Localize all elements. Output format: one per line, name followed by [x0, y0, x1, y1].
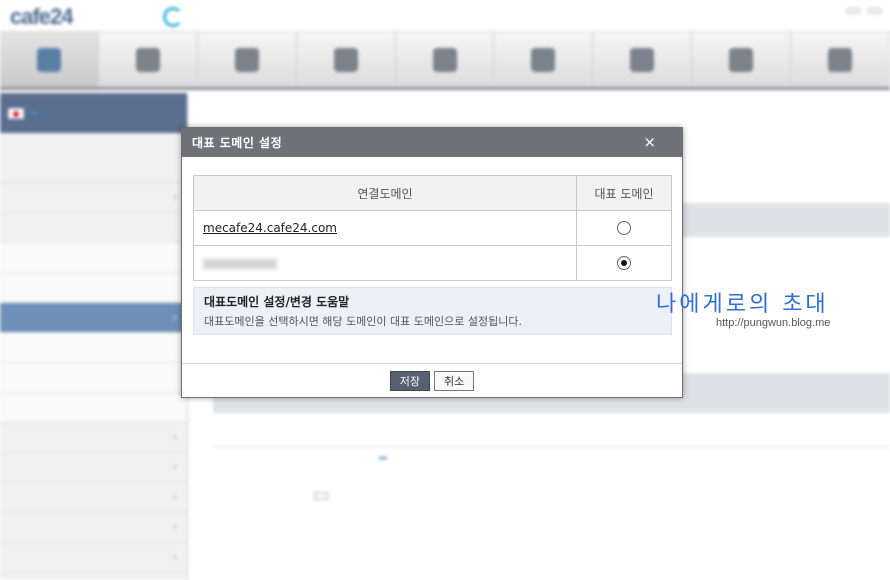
sidebar-item[interactable]: › [0, 513, 187, 543]
sidebar-item[interactable]: › [0, 453, 187, 483]
chevron-icon: › [173, 492, 177, 503]
shop-tag [30, 112, 38, 114]
domain-link[interactable]: mecafe24.cafe24.com [203, 221, 337, 235]
table-header-row: 연결도메인 대표 도메인 [193, 175, 672, 211]
radio-cell [576, 210, 672, 246]
table-row: mecafe24.cafe24.com [193, 210, 672, 246]
content-button[interactable] [314, 492, 328, 500]
help-text: 대표도메인을 선택하시면 해당 도메인이 대표 도메인으로 설정됩니다. [204, 315, 522, 328]
top-button[interactable] [868, 8, 882, 14]
sidebar-title [0, 133, 187, 183]
chevron-icon: › [173, 552, 177, 563]
menu-icon [333, 47, 358, 72]
sidebar-header [0, 93, 187, 133]
menu-icon [135, 47, 160, 72]
sidebar-item[interactable] [0, 213, 187, 243]
menu-icon [36, 47, 61, 72]
menu-item[interactable] [297, 32, 396, 87]
sidebar-subitem-active[interactable]: › [0, 303, 187, 333]
sidebar-item[interactable]: › [0, 543, 187, 573]
menu-item[interactable] [0, 32, 99, 87]
sidebar-subitem[interactable] [0, 393, 187, 423]
flag-icon [8, 107, 24, 119]
close-icon[interactable]: × [643, 133, 656, 151]
cancel-button[interactable]: 취소 [434, 370, 475, 391]
sidebar-item[interactable]: › [0, 483, 187, 513]
domain-cell: mecafe24.cafe24.com [193, 210, 577, 246]
sidebar-item[interactable]: › [0, 423, 187, 453]
representative-domain-dialog: 대표 도메인 설정 × 연결도메인 대표 도메인 mecafe24.cafe24… [181, 127, 683, 398]
column-header-representative-domain: 대표 도메인 [576, 175, 672, 211]
domain-table: 연결도메인 대표 도메인 mecafe24.cafe24.com [193, 175, 672, 281]
chevron-icon: › [173, 522, 177, 533]
top-button[interactable] [846, 8, 860, 14]
dialog-title: 대표 도메인 설정 [192, 136, 283, 150]
cafe24-logo: cafe24 [10, 4, 74, 29]
radio-cell [576, 245, 672, 281]
menu-item[interactable] [396, 32, 495, 87]
domain-cell [193, 245, 577, 281]
chevron-icon: › [173, 312, 177, 323]
menu-icon [828, 47, 853, 72]
content-badge [379, 457, 387, 459]
save-button[interactable]: 저장 [389, 370, 430, 391]
menu-item[interactable] [494, 32, 594, 87]
menu-icon [234, 47, 259, 72]
sidebar-subitem[interactable] [0, 363, 187, 393]
column-header-connected-domain: 연결도메인 [193, 175, 577, 211]
sidebar-subitem[interactable] [0, 273, 187, 303]
menu-icon [630, 47, 655, 72]
sidebar-subitem[interactable] [0, 333, 187, 363]
menu-icon [729, 47, 754, 72]
table-row [193, 245, 672, 281]
menu-icon [432, 47, 457, 72]
representative-domain-radio-selected[interactable] [617, 256, 631, 271]
chevron-icon: › [173, 432, 177, 443]
cafe24-c-logo-icon [163, 7, 183, 27]
watermark-url: http://pungwun.blog.me [716, 317, 831, 329]
menu-item[interactable] [198, 32, 297, 87]
content-row [213, 413, 890, 447]
help-title: 대표도메인 설정/변경 도움말 [204, 295, 350, 309]
redacted-domain [203, 258, 277, 269]
dialog-header: 대표 도메인 설정 × [182, 128, 682, 157]
dialog-footer: 저장 취소 [182, 363, 682, 397]
help-box: 대표도메인 설정/변경 도움말 대표도메인을 선택하시면 해당 도메인이 대표 … [193, 287, 672, 335]
main-menu [0, 32, 890, 90]
sidebar: › › › › › › › [0, 93, 188, 580]
top-right-links [846, 8, 882, 14]
menu-item[interactable] [791, 32, 890, 87]
top-bar: cafe24 [0, 0, 890, 32]
menu-item[interactable] [99, 32, 198, 87]
sidebar-subitem[interactable] [0, 243, 187, 273]
chevron-icon: › [173, 192, 177, 203]
chevron-icon: › [173, 462, 177, 473]
representative-domain-radio[interactable] [617, 221, 631, 236]
menu-item[interactable] [692, 32, 792, 87]
watermark-title: 나에게로의 초대 [656, 292, 829, 317]
sidebar-item[interactable]: › [0, 183, 187, 213]
menu-item[interactable] [593, 32, 693, 87]
menu-icon [531, 47, 556, 72]
